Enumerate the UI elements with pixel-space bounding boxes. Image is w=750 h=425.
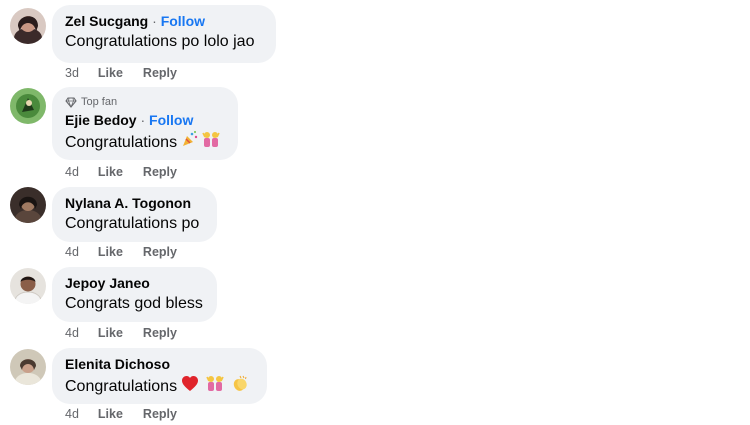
comment-actions: 3d Like Reply <box>65 66 197 80</box>
like-button[interactable]: Like <box>98 326 123 340</box>
commenter-name[interactable]: Jepoy Janeo <box>65 275 204 292</box>
comment-bubble: Zel Sucgang · Follow Congratulations po … <box>52 5 276 63</box>
celebrating-people-icon <box>205 374 225 399</box>
separator: · <box>152 13 157 29</box>
timestamp[interactable]: 4d <box>65 326 79 340</box>
commenter-name[interactable]: Nylana A. Togonon <box>65 195 204 212</box>
comment-text: Congratulations <box>65 133 178 151</box>
red-heart-icon <box>181 375 199 399</box>
comment-bubble: Jepoy Janeo Congrats god bless <box>52 267 217 322</box>
like-button[interactable]: Like <box>98 245 123 259</box>
timestamp[interactable]: 4d <box>65 165 79 179</box>
comment-text-line: Congratulations <box>65 130 225 155</box>
avatar[interactable] <box>10 187 46 223</box>
comment-text: Congratulations <box>65 377 178 395</box>
comment-actions: 4d Like Reply <box>65 245 197 259</box>
celebrating-people-icon <box>201 130 221 155</box>
reply-button[interactable]: Reply <box>143 407 177 421</box>
comment-text-line: Congratulations <box>65 374 254 399</box>
follow-button[interactable]: Follow <box>149 112 193 128</box>
avatar[interactable] <box>10 349 46 385</box>
comment-bubble: Nylana A. Togonon Congratulations po <box>52 187 217 242</box>
top-fan-badge: Top fan <box>65 95 225 109</box>
comment-bubble: Top fan Ejie Bedoy · Follow Congratulati… <box>52 87 238 160</box>
like-button[interactable]: Like <box>98 407 123 421</box>
avatar[interactable] <box>10 268 46 304</box>
diamond-icon <box>65 96 77 108</box>
comment-bubble: Elenita Dichoso Congratulations <box>52 348 267 404</box>
like-button[interactable]: Like <box>98 66 123 80</box>
avatar[interactable] <box>10 8 46 44</box>
clapping-hands-icon <box>231 374 249 399</box>
badge-label: Top fan <box>81 96 118 108</box>
comment-text: Congratulations po <box>65 215 200 232</box>
reply-button[interactable]: Reply <box>143 66 177 80</box>
like-button[interactable]: Like <box>98 165 123 179</box>
separator: · <box>140 112 146 128</box>
commenter-name-line: Ejie Bedoy · Follow <box>65 112 225 129</box>
timestamp[interactable]: 4d <box>65 245 79 259</box>
comment-actions: 4d Like Reply <box>65 407 197 421</box>
timestamp[interactable]: 3d <box>65 66 79 80</box>
timestamp[interactable]: 4d <box>65 407 79 421</box>
party-popper-icon <box>181 130 199 155</box>
commenter-name-line: Zel Sucgang · Follow <box>65 13 263 30</box>
reply-button[interactable]: Reply <box>143 245 177 259</box>
reply-button[interactable]: Reply <box>143 326 177 340</box>
comment-text: Congratulations po lolo jao <box>65 33 255 50</box>
commenter-name[interactable]: Zel Sucgang <box>65 13 148 29</box>
comment-actions: 4d Like Reply <box>65 326 197 340</box>
follow-button[interactable]: Follow <box>161 13 205 29</box>
reply-button[interactable]: Reply <box>143 165 177 179</box>
avatar[interactable] <box>10 88 46 124</box>
commenter-name[interactable]: Elenita Dichoso <box>65 356 254 373</box>
comment-actions: 4d Like Reply <box>65 165 197 179</box>
comment-text: Congrats god bless <box>65 295 203 312</box>
commenter-name[interactable]: Ejie Bedoy <box>65 112 137 128</box>
